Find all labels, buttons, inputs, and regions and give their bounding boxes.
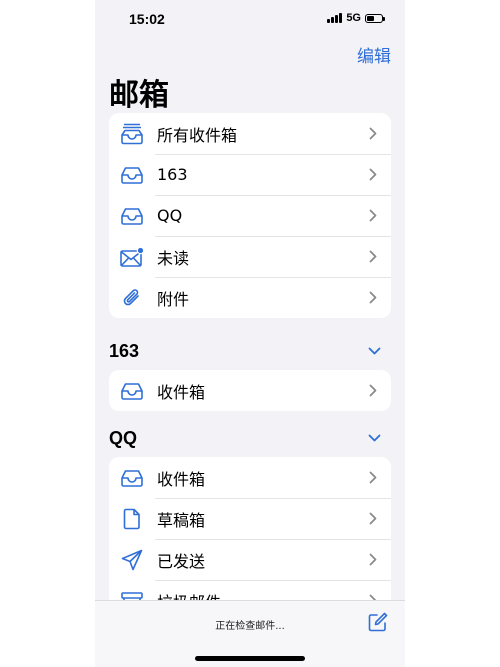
account-header-163[interactable]: 163 [109,339,391,363]
sent-icon [119,549,145,571]
folder-label: 收件箱 [157,382,206,402]
account-name: QQ [109,427,138,448]
inbox-icon [119,467,145,489]
chevron-right-icon [369,553,377,566]
inbox-icon [119,205,145,227]
paperclip-icon [119,287,145,309]
chevron-right-icon [369,291,377,304]
phone-screen: 15:02 5G 编辑 邮箱 所有收件箱 163 QQ 未读 附件 163 收件… [95,0,405,667]
chevron-down-icon [368,347,381,355]
folder-label: 已发送 [157,551,206,571]
inbox-icon [119,380,145,402]
sync-status: 正在检查邮件... [215,621,285,632]
folder-label: 收件箱 [157,469,206,489]
account-folders-163: 收件箱 [109,370,391,411]
chevron-right-icon [369,471,377,484]
chevron-right-icon [369,168,377,181]
account-name: 163 [109,340,140,361]
inbox-icon [119,164,145,186]
page-title: 邮箱 [109,78,169,113]
chevron-right-icon [369,384,377,397]
chevron-right-icon [369,512,377,525]
status-indicators: 5G [327,12,385,24]
compose-icon[interactable] [367,611,389,637]
account-header-qq[interactable]: QQ [109,426,391,450]
folder-row-inbox[interactable]: 收件箱 [109,370,391,411]
mailbox-row-attachments[interactable]: 附件 [109,277,391,318]
home-indicator[interactable] [195,656,305,661]
mailbox-label: QQ [157,206,183,225]
mailbox-label: 所有收件箱 [157,125,238,145]
status-time: 15:02 [129,11,165,27]
chevron-right-icon [369,209,377,222]
chevron-down-icon [368,434,381,442]
folder-row-inbox[interactable]: 收件箱 [109,457,391,498]
mailbox-label: 附件 [157,289,190,309]
unread-mail-icon [119,246,145,268]
mailboxes-list: 所有收件箱 163 QQ 未读 附件 [109,113,391,318]
status-bar: 15:02 5G [95,0,405,40]
mailbox-label: 163 [157,165,188,184]
edit-button[interactable]: 编辑 [357,42,391,67]
mailbox-row-unread[interactable]: 未读 [109,236,391,277]
network-type: 5G [346,12,361,24]
mailbox-label: 未读 [157,248,190,268]
account-folders-qq: 收件箱 草稿箱 已发送 [109,457,391,621]
folder-label: 草稿箱 [157,510,206,530]
draft-icon [119,508,145,530]
mailbox-row-all-inboxes[interactable]: 所有收件箱 [109,113,391,154]
folder-row-sent[interactable]: 已发送 [109,539,391,580]
all-inboxes-icon [119,123,145,145]
mailbox-row-163[interactable]: 163 [109,154,391,195]
signal-icon [327,13,343,23]
battery-icon [365,13,385,23]
mailbox-row-qq[interactable]: QQ [109,195,391,236]
chevron-right-icon [369,250,377,263]
chevron-right-icon [369,127,377,140]
folder-row-drafts[interactable]: 草稿箱 [109,498,391,539]
